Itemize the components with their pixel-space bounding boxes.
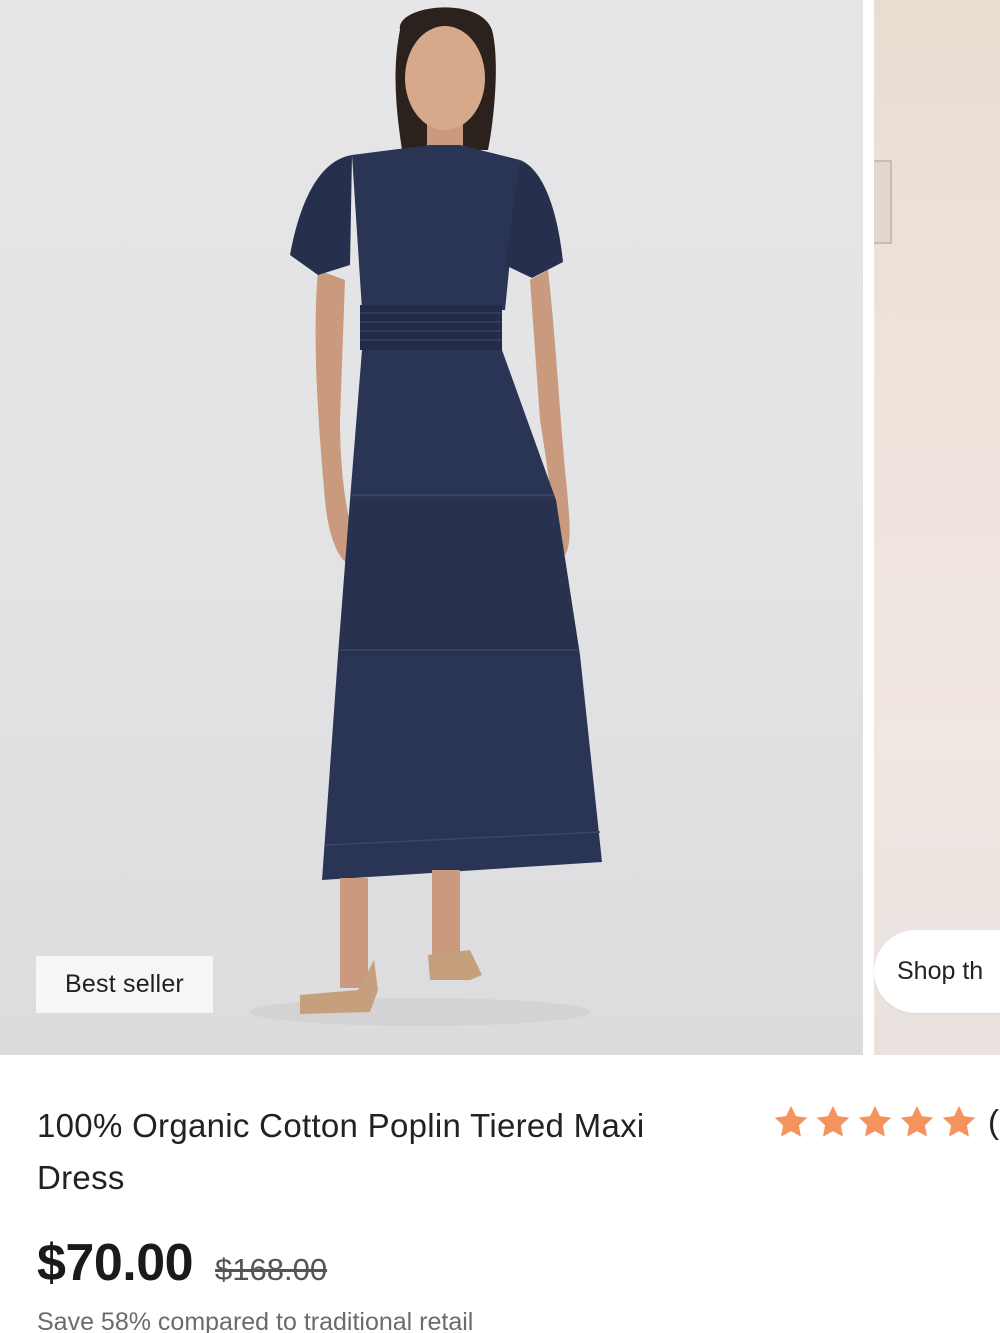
savings-note: Save 58% compared to traditional retail (37, 1308, 474, 1333)
star-icon (816, 1105, 850, 1137)
star-icon (774, 1105, 808, 1137)
original-price: $168.00 (215, 1252, 328, 1287)
star-icon (858, 1105, 892, 1137)
product-image-next[interactable] (874, 0, 1000, 1055)
sale-price: $70.00 (37, 1234, 194, 1292)
star-icon (900, 1105, 934, 1137)
wall-frame (874, 160, 892, 244)
product-rating[interactable]: ( (772, 1103, 999, 1141)
shop-the-look-button[interactable]: Shop th (874, 930, 1000, 1013)
star-icon (942, 1105, 976, 1137)
product-image-main[interactable] (0, 0, 863, 1055)
product-title[interactable]: 100% Organic Cotton Poplin Tiered Maxi D… (37, 1100, 717, 1204)
best-seller-badge: Best seller (36, 956, 213, 1013)
product-image-carousel[interactable]: Best seller Shop th (0, 0, 1000, 1055)
price-row: $70.00 $168.00 (37, 1233, 327, 1293)
model-photo (250, 7, 602, 1026)
review-count: ( (988, 1103, 999, 1140)
